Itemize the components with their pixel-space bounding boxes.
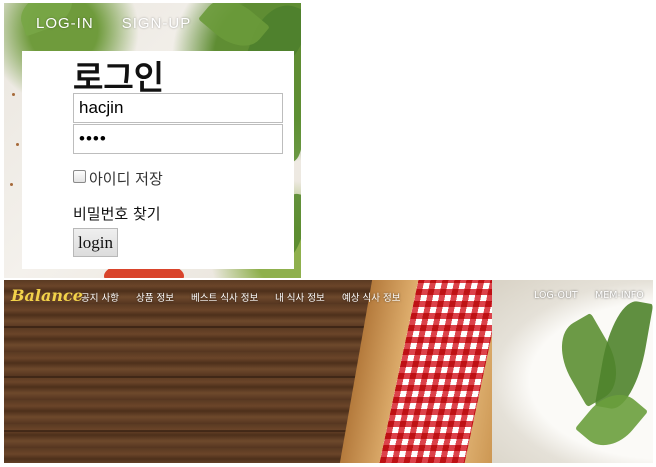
login-form: 로그인 hacjin •••• 아이디 저장 비밀번호 찾기 login: [22, 51, 294, 269]
spice-speck: [12, 93, 15, 96]
wood-grain: [4, 326, 384, 328]
spice-speck: [16, 143, 19, 146]
save-id-checkbox[interactable]: [73, 170, 86, 183]
nav-item-products[interactable]: 상품 정보: [136, 290, 174, 304]
nav-item-expected-meals[interactable]: 예상 식사 정보: [342, 290, 400, 304]
nav-item-my-meals[interactable]: 내 식사 정보: [275, 290, 325, 304]
brand-logo[interactable]: Balance: [11, 286, 83, 305]
nav-item-best-meals[interactable]: 베스트 식사 정보: [191, 290, 258, 304]
save-id-row: 아이디 저장: [73, 168, 163, 189]
wood-grain: [4, 430, 384, 432]
main-hero: Balance 공지 사항 상품 정보 베스트 식사 정보 내 식사 정보 예상…: [4, 280, 653, 463]
login-title: 로그인: [73, 58, 165, 97]
nav-item-member-info[interactable]: MEM-INFO: [595, 290, 644, 301]
login-button[interactable]: login: [73, 228, 118, 257]
save-id-label[interactable]: 아이디 저장: [89, 168, 163, 189]
login-link[interactable]: LOG-IN: [36, 15, 94, 32]
signup-link[interactable]: SIGN-UP: [122, 15, 192, 32]
top-nav: LOG-IN SIGN-UP: [36, 15, 191, 32]
spice-speck: [10, 183, 13, 186]
username-field[interactable]: hacjin: [73, 93, 283, 123]
login-panel: LOG-IN SIGN-UP 로그인 hacjin •••• 아이디 저장 비밀…: [4, 3, 301, 278]
main-nav: Balance 공지 사항 상품 정보 베스트 식사 정보 내 식사 정보 예상…: [4, 280, 653, 312]
find-password-link[interactable]: 비밀번호 찾기: [73, 203, 161, 224]
nav-item-notice[interactable]: 공지 사항: [81, 290, 119, 304]
nav-item-logout[interactable]: LOG-OUT: [534, 290, 578, 301]
wood-grain: [4, 376, 384, 378]
password-field[interactable]: ••••: [73, 124, 283, 154]
